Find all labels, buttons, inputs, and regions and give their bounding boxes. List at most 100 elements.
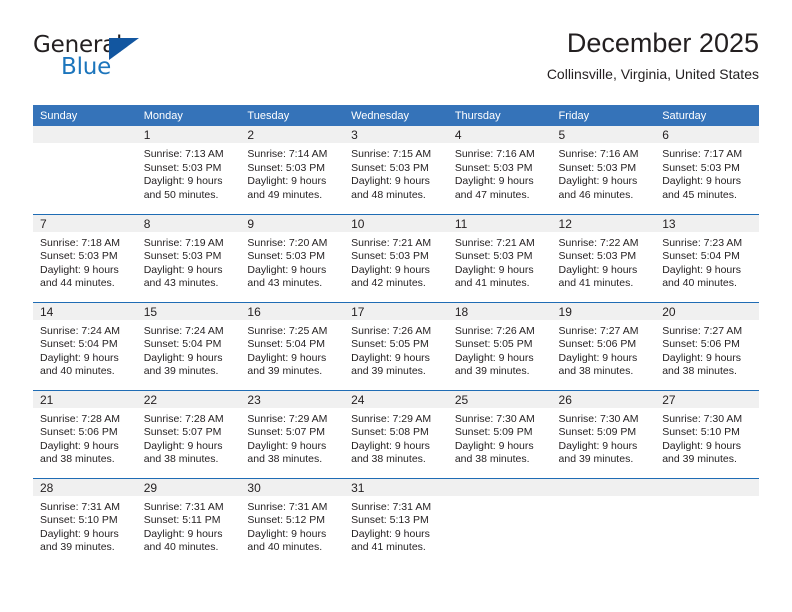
calendar-week-row: 14 Sunrise: 7:24 AM Sunset: 5:04 PM Dayligh… [33,301,759,390]
title-block: December 2025 Collinsville, Virginia, Un… [547,26,759,84]
day-number: 27 [655,390,759,408]
day-details: Sunrise: 7:31 AM Sunset: 5:11 PM Daylight:… [137,496,241,555]
calendar-day-cell[interactable]: 7 Sunrise: 7:18 AM Sunset: 5:03 PM Daylight… [33,213,137,302]
calendar-cell-inner: 17 Sunrise: 7:26 AM Sunset: 5:05 PM Dayligh… [344,302,448,390]
day-detail-line: Daylight: 9 hours [247,439,327,452]
day-detail-line: and 40 minutes. [662,277,737,290]
calendar-day-cell[interactable]: 30 Sunrise: 7:31 AM Sunset: 5:12 PM Dayligh… [240,477,345,566]
day-number [33,126,137,143]
day-detail-line: and 39 minutes. [558,453,634,466]
calendar-day-cell[interactable]: 5 Sunrise: 7:16 AM Sunset: 5:03 PM Daylight… [551,126,656,214]
calendar-cell-inner: 27 Sunrise: 7:30 AM Sunset: 5:10 PM Dayligh… [655,390,759,478]
day-detail-line: Sunset: 5:09 PM [558,426,637,439]
day-number: 3 [344,126,448,143]
day-details: Sunrise: 7:13 AM Sunset: 5:03 PM Daylight:… [137,143,241,202]
page-header: General Blue December 2025 Collinsville,… [33,26,759,96]
day-detail-line: Sunrise: 7:21 AM [351,236,432,249]
day-detail-line: Sunrise: 7:15 AM [351,148,432,160]
day-detail-line: Sunset: 5:06 PM [40,426,118,439]
day-number: 17 [344,302,448,320]
calendar-day-cell[interactable]: 4 Sunrise: 7:16 AM Sunset: 5:03 PM Daylight… [447,126,552,214]
day-number: 25 [447,390,552,408]
day-detail-line: Daylight: 9 hours [662,175,742,188]
day-number: 24 [344,390,448,408]
day-detail-line: Daylight: 9 hours [454,439,534,452]
calendar-day-cell[interactable]: 11 Sunrise: 7:21 AM Sunset: 5:03 PM Dayligh… [447,213,552,302]
calendar-cell-empty [447,477,552,567]
calendar-day-cell[interactable]: 29 Sunrise: 7:31 AM Sunset: 5:11 PM Dayligh… [136,477,241,567]
calendar-day-cell[interactable]: 6 Sunrise: 7:17 AM Sunset: 5:03 PM Daylight… [655,126,759,214]
day-number: 29 [136,478,241,496]
day-detail-line: Daylight: 9 hours [454,351,534,364]
calendar-day-cell[interactable]: 13 Sunrise: 7:23 AM Sunset: 5:04 PM Dayligh… [655,213,759,302]
day-header-monday: Monday [136,105,241,126]
calendar-day-cell[interactable]: 1 Sunrise: 7:13 AM Sunset: 5:03 PM Daylight… [136,126,241,214]
day-detail-line: Sunset: 5:05 PM [454,338,533,351]
calendar-day-cell[interactable]: 17 Sunrise: 7:26 AM Sunset: 5:05 PM Dayligh… [344,301,448,390]
day-number: 10 [344,214,448,232]
day-detail-line: and 48 minutes. [351,188,426,201]
calendar-day-cell[interactable]: 9 Sunrise: 7:20 AM Sunset: 5:03 PM Daylight… [240,213,345,302]
calendar-day-cell[interactable]: 24 Sunrise: 7:29 AM Sunset: 5:08 PM Dayligh… [344,389,448,478]
calendar-cell-inner: 16 Sunrise: 7:25 AM Sunset: 5:04 PM Dayligh… [240,302,345,390]
calendar-body: 1 Sunrise: 7:13 AM Sunset: 5:03 PM Daylight… [33,126,759,566]
day-detail-line: Daylight: 9 hours [662,439,742,452]
day-detail-line: Daylight: 9 hours [351,175,430,188]
day-details: Sunrise: 7:14 AM Sunset: 5:03 PM Daylight:… [240,143,344,202]
day-detail-line: Daylight: 9 hours [143,527,223,540]
day-detail-line: Sunset: 5:04 PM [662,250,740,263]
day-number: 5 [551,126,656,143]
calendar-day-cell[interactable]: 12 Sunrise: 7:22 AM Sunset: 5:03 PM Dayligh… [551,213,656,302]
brand-logo[interactable]: General Blue [33,32,253,88]
day-detail-line: Sunrise: 7:29 AM [351,412,432,425]
day-detail-line: Daylight: 9 hours [143,263,223,276]
day-detail-line: Sunrise: 7:16 AM [454,148,535,160]
calendar-day-cell[interactable]: 31 Sunrise: 7:31 AM Sunset: 5:13 PM Dayligh… [344,477,448,566]
calendar-day-cell[interactable]: 23 Sunrise: 7:29 AM Sunset: 5:07 PM Dayligh… [240,389,345,478]
day-detail-line: and 40 minutes. [40,365,115,378]
calendar-day-cell[interactable]: 27 Sunrise: 7:30 AM Sunset: 5:10 PM Dayligh… [655,389,759,478]
day-detail-line: Daylight: 9 hours [454,175,534,188]
calendar-day-cell[interactable]: 16 Sunrise: 7:25 AM Sunset: 5:04 PM Dayligh… [240,301,345,390]
calendar-cell-inner: 15 Sunrise: 7:24 AM Sunset: 5:04 PM Dayligh… [136,302,241,390]
day-detail-line: Sunset: 5:07 PM [247,426,326,439]
calendar-day-cell[interactable]: 8 Sunrise: 7:19 AM Sunset: 5:03 PM Daylight… [136,213,241,302]
calendar-week-row: 28 Sunrise: 7:31 AM Sunset: 5:10 PM Dayligh… [33,477,759,567]
day-detail-line: Daylight: 9 hours [143,175,223,188]
calendar-cell-inner: 24 Sunrise: 7:29 AM Sunset: 5:08 PM Dayligh… [344,390,448,478]
day-detail-line: and 49 minutes. [247,188,323,201]
day-number: 1 [136,126,241,143]
day-detail-line: Daylight: 9 hours [247,263,327,276]
calendar-day-cell[interactable]: 22 Sunrise: 7:28 AM Sunset: 5:07 PM Dayligh… [136,389,241,478]
day-details: Sunrise: 7:28 AM Sunset: 5:06 PM Daylight:… [33,408,137,467]
calendar-day-cell[interactable]: 19 Sunrise: 7:27 AM Sunset: 5:06 PM Dayligh… [551,301,656,390]
day-detail-line: Sunrise: 7:28 AM [143,412,224,425]
day-detail-line: Sunset: 5:04 PM [247,338,326,351]
calendar-day-cell[interactable]: 26 Sunrise: 7:30 AM Sunset: 5:09 PM Dayligh… [551,389,656,478]
day-detail-line: Daylight: 9 hours [454,263,534,276]
calendar-cell-inner: 10 Sunrise: 7:21 AM Sunset: 5:03 PM Dayligh… [344,214,448,302]
day-detail-line: Sunset: 5:10 PM [662,426,740,439]
calendar-cell-inner: 29 Sunrise: 7:31 AM Sunset: 5:11 PM Dayligh… [136,478,241,567]
calendar-cell-inner [447,478,552,567]
calendar-day-cell[interactable]: 3 Sunrise: 7:15 AM Sunset: 5:03 PM Daylight… [344,126,448,214]
calendar-day-cell[interactable]: 15 Sunrise: 7:24 AM Sunset: 5:04 PM Dayligh… [136,301,241,390]
calendar-day-cell[interactable]: 20 Sunrise: 7:27 AM Sunset: 5:06 PM Dayligh… [655,301,759,390]
day-number: 2 [240,126,345,143]
day-detail-line: Sunrise: 7:27 AM [662,324,743,337]
calendar-day-cell[interactable]: 14 Sunrise: 7:24 AM Sunset: 5:04 PM Dayligh… [33,301,137,390]
calendar-day-cell[interactable]: 25 Sunrise: 7:30 AM Sunset: 5:09 PM Dayligh… [447,389,552,478]
day-detail-line: and 39 minutes. [247,365,323,378]
calendar-day-cell[interactable]: 2 Sunrise: 7:14 AM Sunset: 5:03 PM Daylight… [240,126,345,214]
day-number: 26 [551,390,656,408]
calendar-cell-inner: 22 Sunrise: 7:28 AM Sunset: 5:07 PM Dayligh… [136,390,241,478]
calendar-day-cell[interactable]: 28 Sunrise: 7:31 AM Sunset: 5:10 PM Dayligh… [33,477,137,566]
calendar-day-cell[interactable]: 21 Sunrise: 7:28 AM Sunset: 5:06 PM Dayligh… [33,389,137,478]
calendar-day-cell[interactable]: 10 Sunrise: 7:21 AM Sunset: 5:03 PM Dayligh… [344,213,448,302]
day-detail-line: Sunrise: 7:26 AM [454,324,535,337]
day-number: 7 [33,214,137,232]
calendar-day-cell[interactable]: 18 Sunrise: 7:26 AM Sunset: 5:05 PM Dayligh… [447,301,552,390]
day-details [552,496,656,501]
day-detail-line: and 40 minutes. [143,541,219,554]
day-detail-line: Sunrise: 7:16 AM [558,148,639,160]
